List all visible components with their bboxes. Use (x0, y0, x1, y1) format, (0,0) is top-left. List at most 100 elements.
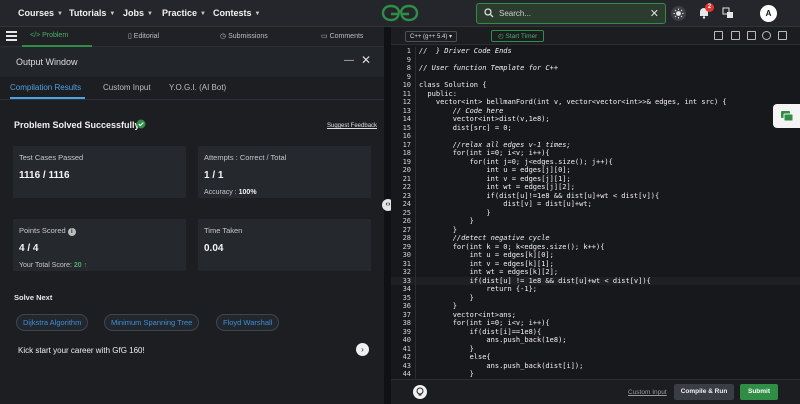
code-line[interactable]: 21 int v = edges[j][1]; (391, 175, 800, 184)
code-line[interactable]: 9 (391, 56, 800, 65)
test-cases-value: 1116 / 1116 (19, 170, 70, 181)
reset-icon[interactable] (762, 31, 771, 40)
submit-button[interactable]: Submit (740, 384, 778, 400)
nav-courses[interactable]: Courses ▼ (18, 8, 63, 18)
code-line[interactable]: 38 for(int i=0; i<v; i++){ (391, 319, 800, 328)
code-line[interactable]: 44 } (391, 370, 800, 379)
code-line[interactable]: 23 if(dist[u]!=1e8 && dist[u]+wt < dist[… (391, 192, 800, 201)
editor-scrollbar[interactable] (794, 47, 799, 379)
lightbulb-icon[interactable] (413, 385, 427, 399)
solve-next-title: Solve Next (14, 293, 53, 302)
chat-icon (781, 111, 794, 122)
nav-contests[interactable]: Contests ▼ (213, 8, 260, 18)
code-line[interactable]: 40 ans.push_back(1e8); (391, 336, 800, 345)
solve-next-chip[interactable]: Minimum Spanning Tree (104, 314, 200, 331)
tab-custom-input[interactable]: Custom Input (103, 83, 151, 92)
code-line[interactable]: 1 // } Driver Code Ends (391, 47, 800, 56)
code-line[interactable]: 15 dist[src] = 0; (391, 124, 800, 133)
code-line[interactable]: 10 class Solution { (391, 81, 800, 90)
code-line[interactable]: 43 ans.push_back(dist[i]); (391, 362, 800, 371)
time-card: Time Taken 0.04 (198, 219, 371, 271)
code-text: // Code here (419, 106, 504, 115)
nav-tutorials[interactable]: Tutorials ▼ (69, 8, 115, 18)
code-line[interactable]: 26 } (391, 217, 800, 226)
solve-next-chip[interactable]: Floyd Warshall (216, 314, 280, 331)
code-line[interactable]: 42 else{ (391, 353, 800, 362)
line-number: 30 (402, 251, 411, 259)
tab-compilation-results[interactable]: Compilation Results (10, 83, 81, 92)
code-line[interactable]: 28 //detect negative cycle (391, 234, 800, 243)
chevron-down-icon: ▼ (109, 11, 116, 17)
search-input[interactable]: Search... (499, 9, 531, 18)
code-line[interactable]: 11 public: (391, 90, 800, 99)
code-line[interactable]: 31 int v = edges[k][1]; (391, 260, 800, 269)
code-text: int v = edges[j][1]; (419, 174, 571, 183)
code-line[interactable]: 27 } (391, 226, 800, 235)
gfg-logo-icon[interactable] (380, 3, 420, 23)
line-number: 9 (406, 55, 411, 64)
code-line[interactable]: 8 // User function Template for C++ (391, 64, 800, 73)
search-box[interactable]: Search... ✕ (476, 3, 666, 24)
code-line[interactable]: 37 vector<int>ans; (391, 311, 800, 320)
code-text: vector<int> bellmanFord(int v, vector<ve… (419, 98, 727, 106)
code-line[interactable]: 13 // Code here (391, 107, 800, 116)
code-line[interactable]: 41 } (391, 345, 800, 354)
solve-next-chip[interactable]: Dijkstra Algorithm (16, 314, 89, 331)
tab-problem[interactable]: </> Problem (30, 32, 68, 39)
start-timer-button[interactable]: ◴ Start Timer (491, 30, 545, 42)
nav-jobs[interactable]: Jobs ▼ (123, 8, 153, 18)
minimize-icon[interactable]: — (344, 55, 354, 66)
fullscreen-icon[interactable] (778, 31, 787, 40)
close-icon[interactable]: ✕ (650, 7, 659, 20)
avatar[interactable]: A (760, 5, 777, 22)
chevron-right-icon[interactable]: › (356, 343, 369, 356)
code-text: // User function Template for C++ (419, 64, 559, 72)
line-number: 39 (402, 327, 411, 336)
file-icon[interactable] (731, 31, 740, 40)
info-icon[interactable]: i (67, 228, 76, 236)
code-line[interactable]: 18 for(int i=0; i<v; i++){ (391, 149, 800, 158)
code-line[interactable]: 19 for(int j=0; j<edges.size(); j++){ (391, 158, 800, 167)
code-line[interactable]: 29 for(int k = 0; k<edges.size(); k++){ (391, 243, 800, 252)
code-line[interactable]: 9 (391, 73, 800, 82)
tab-editorial[interactable]: ▯ Editorial (128, 32, 159, 40)
compile-run-button[interactable]: Compile & Run (674, 384, 734, 400)
code-line[interactable]: 25 } (391, 209, 800, 218)
code-line[interactable]: 30 int u = edges[k][0]; (391, 251, 800, 260)
tab-submissions[interactable]: ◷ Submissions (220, 32, 268, 40)
theme-toggle-button[interactable] (671, 6, 686, 21)
settings-icon[interactable] (747, 31, 756, 40)
tab-yogi-ai-bot[interactable]: Y.O.G.I. (AI Bot) (169, 83, 226, 92)
code-line[interactable]: 33 if(dist[u] != 1e8 && dist[u]+wt < dis… (391, 276, 800, 285)
code-text: for(int k = 0; k<edges.size(); k++){ (419, 242, 605, 251)
translate-icon[interactable] (722, 7, 734, 19)
chat-widget-button[interactable] (773, 104, 800, 128)
code-area[interactable]: 1 // } Driver Code Ends 9 8 // User function… (391, 47, 800, 379)
copy-icon[interactable] (714, 31, 723, 40)
code-line[interactable]: 12 vector<int> bellmanFord(int v, vector… (391, 98, 800, 107)
suggest-feedback-link[interactable]: Suggest Feedback (327, 123, 377, 129)
nav-practice[interactable]: Practice ▼ (162, 8, 206, 18)
code-line[interactable]: 36 } (391, 302, 800, 311)
code-line[interactable]: 14 vector<int>dist(v,1e8); (391, 115, 800, 124)
tab-comments[interactable]: ▭ Comments (321, 32, 363, 40)
code-line[interactable]: 34 return {-1}; (391, 285, 800, 294)
code-line[interactable]: 39 if(dist[i]==1e8){ (391, 328, 800, 337)
code-line[interactable]: 32 int wt = edges[k][2]; (391, 268, 800, 277)
code-line[interactable]: 17 //relax all edges v-1 times; (391, 141, 800, 150)
close-icon[interactable]: ✕ (361, 53, 371, 67)
code-line[interactable]: 22 int wt = edges[j][2]; (391, 183, 800, 192)
code-line[interactable]: 16 (391, 132, 800, 141)
kickstart-banner[interactable]: Kick start your career with GfG 160! (18, 346, 145, 355)
code-line[interactable]: 24 dist[v] = dist[u]+wt; (391, 200, 800, 209)
line-number: 34 (402, 285, 411, 293)
chevron-down-icon: ▼ (57, 11, 63, 17)
custom-input-link[interactable]: Custom Input (628, 389, 667, 396)
menu-icon[interactable] (6, 31, 17, 43)
pane-splitter[interactable] (384, 27, 391, 404)
language-select[interactable]: C++ (g++ 5.4) ▾ (405, 31, 458, 42)
code-text: //detect negative cycle (419, 234, 550, 242)
code-line[interactable]: 20 int u = edges[j][0]; (391, 166, 800, 175)
code-line[interactable]: 35 } (391, 294, 800, 303)
time-label: Time Taken (204, 226, 243, 235)
